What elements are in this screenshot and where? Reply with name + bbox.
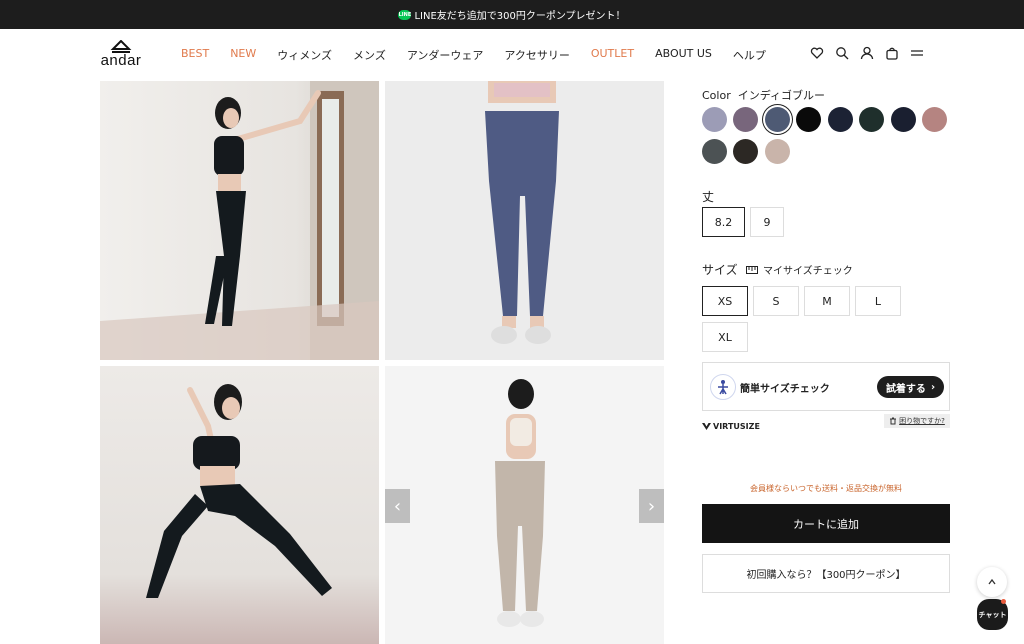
product-photo-model-lunge[interactable]: [100, 366, 379, 644]
virtusize-help-link[interactable]: 困り物ですか?: [884, 414, 950, 428]
product-photo-model-standing[interactable]: [100, 81, 379, 360]
try-on-button[interactable]: 試着する ›: [877, 376, 944, 398]
size-option[interactable]: L: [855, 286, 901, 316]
trash-icon: [890, 417, 897, 425]
my-size-check-link[interactable]: マイサイズチェック: [746, 262, 853, 277]
chat-notification-dot: [1001, 599, 1006, 604]
site-header: andar BEST NEW ウィメンズ メンズ アンダーウェア アクセサリー …: [0, 29, 1024, 81]
nav-item-new[interactable]: NEW: [230, 47, 256, 63]
my-size-check-label: マイサイズチェック: [763, 266, 853, 277]
color-swatch[interactable]: [765, 139, 790, 164]
member-promo-text: 会員様ならいつでも送料・返品交換が無料: [750, 484, 902, 493]
user-icon[interactable]: [860, 46, 874, 60]
length-option[interactable]: 8.2: [702, 207, 745, 237]
color-swatch[interactable]: [733, 139, 758, 164]
model-standing-illustration: [100, 81, 379, 360]
main-nav: BEST NEW ウィメンズ メンズ アンダーウェア アクセサリー OUTLET…: [181, 47, 787, 63]
chevron-up-icon: [988, 578, 996, 585]
gallery-prev-button[interactable]: ‹: [385, 489, 410, 523]
model-lunge-illustration: [146, 384, 332, 598]
gallery-next-button[interactable]: ›: [639, 489, 664, 523]
color-swatch[interactable]: [796, 107, 821, 132]
nav-item-accessories[interactable]: アクセサリー: [504, 47, 569, 63]
size-option[interactable]: XS: [702, 286, 748, 316]
leggings-front-illustration: [485, 81, 559, 344]
andar-logo[interactable]: andar: [99, 40, 143, 72]
nav-item-best[interactable]: BEST: [181, 47, 209, 63]
body-measure-icon: [710, 374, 736, 400]
size-option[interactable]: S: [753, 286, 799, 316]
nav-item-womens[interactable]: ウィメンズ: [277, 47, 332, 63]
nav-item-help[interactable]: ヘルプ: [733, 47, 766, 63]
ruler-icon: [746, 265, 758, 274]
color-swatch[interactable]: [702, 107, 727, 132]
length-option[interactable]: 9: [750, 207, 784, 237]
size-option[interactable]: XL: [702, 322, 748, 352]
size-option[interactable]: M: [804, 286, 850, 316]
product-photo-leggings-back[interactable]: [385, 366, 664, 644]
length-label: 丈: [702, 190, 715, 204]
color-swatch[interactable]: [891, 107, 916, 132]
add-to-cart-button[interactable]: カートに追加: [702, 504, 950, 543]
announcement-text: LINE友だち追加で300円クーポンプレゼント！: [414, 11, 626, 22]
nav-item-about-us[interactable]: ABOUT US: [655, 47, 712, 63]
virtusize-title: 簡単サイズチェック: [740, 384, 830, 395]
heart-icon[interactable]: [810, 46, 824, 60]
color-swatch[interactable]: [765, 107, 790, 132]
color-swatch[interactable]: [828, 107, 853, 132]
color-swatch[interactable]: [859, 107, 884, 132]
try-on-label: 試着する: [885, 383, 926, 395]
color-row: Color インディゴブルー: [702, 87, 950, 103]
color-label: Color: [702, 89, 731, 102]
nav-item-mens[interactable]: メンズ: [353, 47, 386, 63]
color-value: インディゴブルー: [737, 89, 825, 102]
virtusize-widget[interactable]: 簡単サイズチェック 試着する ›: [702, 362, 950, 411]
virtusize-brand: VIRTUSIZE: [702, 422, 760, 431]
search-icon[interactable]: [835, 46, 849, 60]
nav-item-underwear[interactable]: アンダーウェア: [407, 47, 484, 63]
product-options-panel: Color インディゴブルー 丈 8.2 9 サイズ マイサイズチェック XS …: [702, 81, 950, 593]
virtusize-logo-icon: [702, 423, 711, 430]
color-swatch[interactable]: [702, 139, 727, 164]
nav-item-outlet[interactable]: OUTLET: [591, 47, 634, 63]
menu-icon[interactable]: [910, 46, 924, 60]
virtusize-help-label: 困り物ですか?: [899, 417, 945, 425]
bag-icon[interactable]: [885, 46, 899, 60]
color-swatch[interactable]: [733, 107, 758, 132]
virtusize-brand-label: VIRTUSIZE: [713, 422, 760, 431]
announcement-bar[interactable]: LINE LINE友だち追加で300円クーポンプレゼント！: [0, 0, 1024, 29]
header-icons: [810, 46, 924, 60]
color-swatch[interactable]: [922, 107, 947, 132]
leggings-back-illustration: [495, 379, 545, 627]
logo-text: andar: [100, 52, 142, 69]
size-label: サイズ: [702, 263, 738, 277]
chevron-right-icon: ›: [930, 381, 936, 393]
product-photo-leggings-front[interactable]: [385, 81, 664, 360]
scroll-to-top-button[interactable]: [977, 567, 1007, 597]
line-icon: LINE: [398, 9, 412, 20]
first-purchase-coupon-button[interactable]: 初回購入なら？【300円クーポン】: [702, 554, 950, 593]
